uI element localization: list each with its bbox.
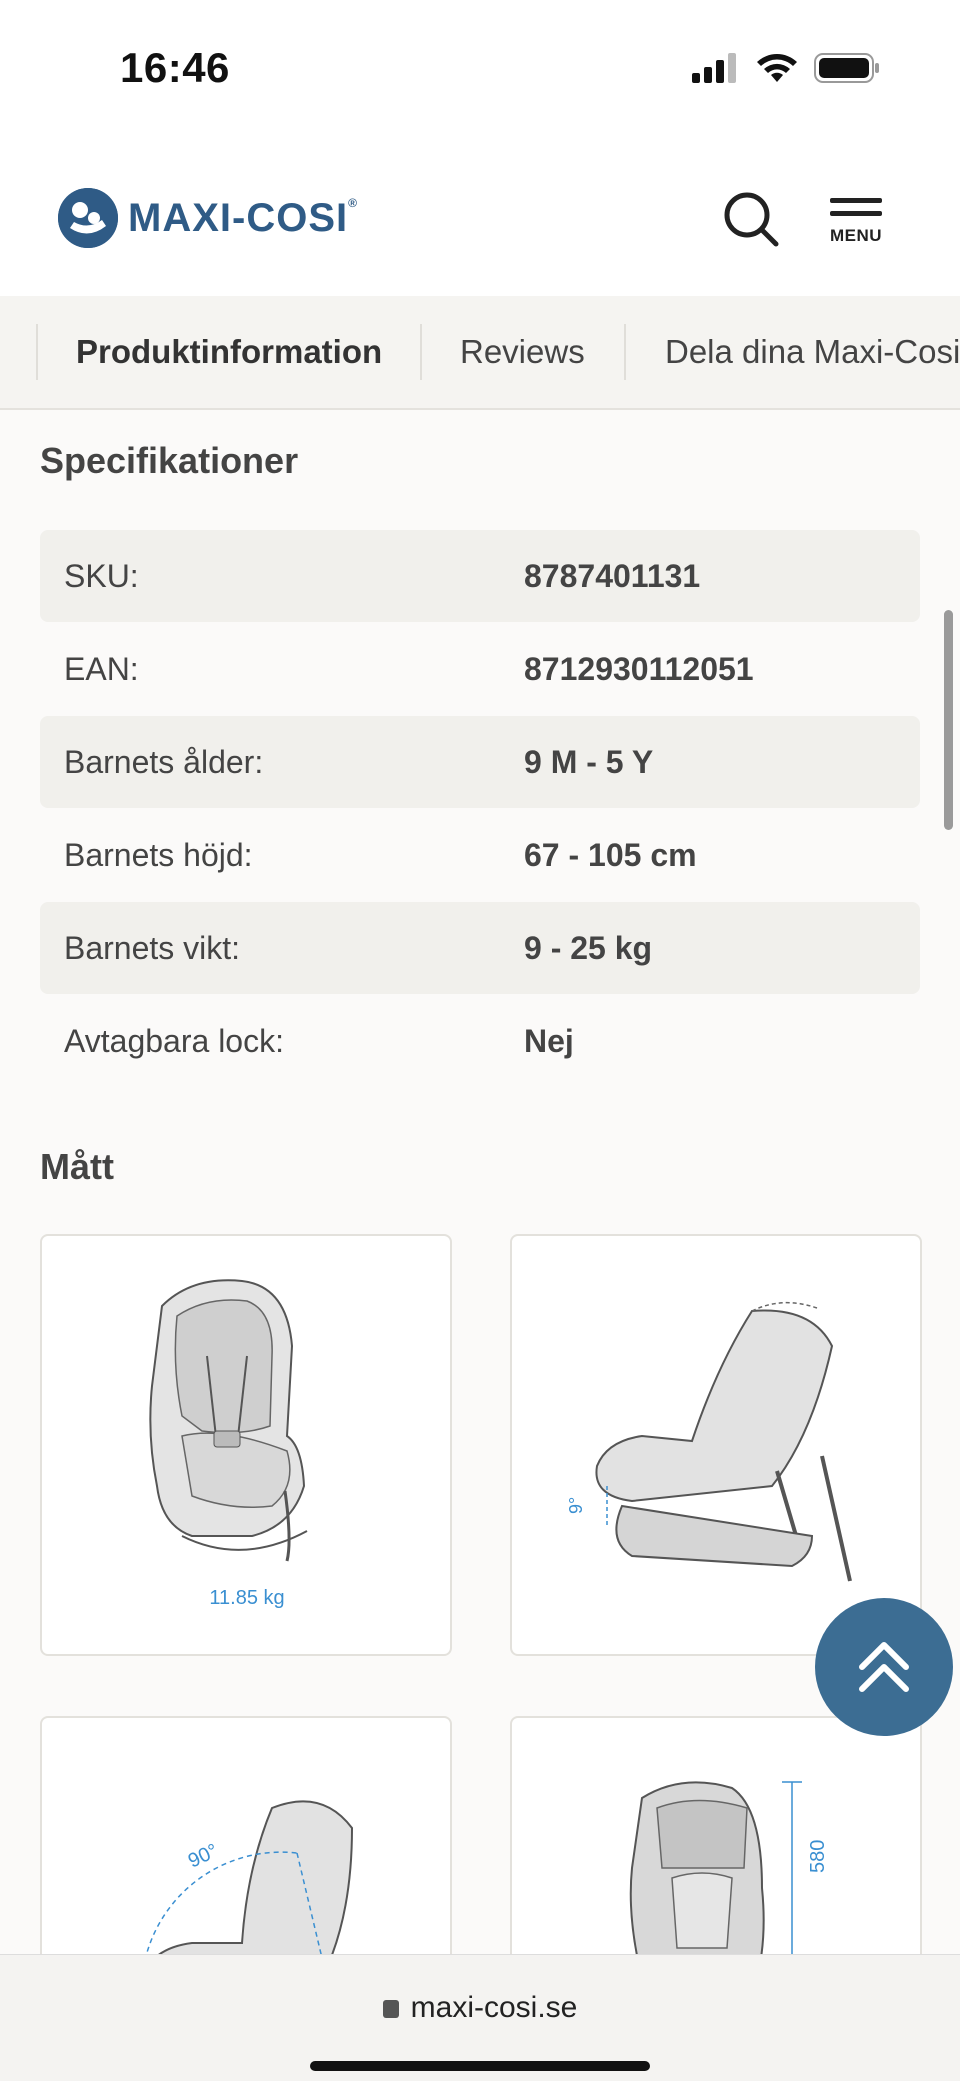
spec-value: 9 M - 5 Y [524, 743, 654, 780]
url-domain: maxi-cosi.se [410, 1991, 578, 2024]
spec-label: Barnets höjd: [64, 836, 253, 873]
spec-row: Barnets ålder: 9 M - 5 Y [40, 716, 920, 808]
height-caption: 580 [807, 1840, 829, 1873]
lock-icon [382, 2000, 399, 2018]
tab-dela-dina[interactable]: Dela dina Maxi-Cosi [665, 296, 960, 408]
tab-reviews[interactable]: Reviews [460, 296, 585, 408]
home-indicator[interactable] [310, 2061, 650, 2071]
car-seat-angle-illustration: 90° [145, 1800, 354, 1954]
tab-separator [624, 324, 626, 380]
menu-label: MENU [829, 226, 883, 245]
logo-mark-icon [58, 188, 118, 248]
spec-row: EAN: 8712930112051 [40, 623, 920, 715]
tab-separator [420, 324, 422, 380]
wifi-icon [757, 54, 797, 82]
battery-icon [814, 53, 879, 83]
maxi-cosi-logo[interactable]: MAXI-COSI® [58, 188, 358, 248]
spec-value: 8787401131 [524, 557, 701, 594]
spec-row: Barnets vikt: 9 - 25 kg [40, 902, 920, 994]
car-seat-height-illustration: 580 [629, 1781, 829, 1954]
menu-button[interactable]: MENU [828, 198, 884, 254]
site-header: MAXI-COSI® MENU [0, 140, 960, 296]
status-icons [692, 52, 880, 84]
dimensions-title: Mått [40, 1146, 114, 1187]
double-chevron-up-icon [859, 1642, 909, 1692]
spec-label: Avtagbara lock: [64, 1022, 284, 1059]
spec-label: SKU: [64, 557, 139, 594]
tab-separator [36, 324, 38, 380]
dimension-image-recline[interactable]: 9° [510, 1234, 922, 1656]
dimension-image-weight[interactable]: 11.85 kg [40, 1234, 452, 1656]
spec-row: Barnets höjd: 67 - 105 cm [40, 809, 920, 901]
browser-url-bar[interactable]: maxi-cosi.se [0, 1954, 960, 2081]
recline-caption: 9° [566, 1497, 586, 1514]
spec-row: SKU: 8787401131 [40, 530, 920, 622]
scrollbar[interactable] [944, 610, 953, 830]
spec-value: Nej [524, 1022, 574, 1059]
dimension-image-height[interactable]: 580 [510, 1716, 922, 1954]
product-tabs: Produktinformation Reviews Dela dina Max… [0, 296, 960, 410]
spec-label: Barnets ålder: [64, 743, 264, 780]
spec-value: 67 - 105 cm [524, 836, 697, 873]
weight-caption: 11.85 kg [209, 1587, 284, 1609]
spec-value: 9 - 25 kg [524, 929, 653, 966]
dimension-image-angle[interactable]: 90° [40, 1716, 452, 1954]
search-button[interactable] [722, 190, 782, 250]
menu-line [830, 211, 882, 216]
spec-label: Barnets vikt: [64, 929, 241, 966]
tab-produktinformation[interactable]: Produktinformation [76, 296, 382, 408]
spec-label: EAN: [64, 650, 139, 687]
menu-line [830, 198, 882, 203]
cellular-signal-icon [692, 53, 736, 83]
spec-value: 8712930112051 [524, 650, 754, 687]
specifications-title: Specifikationer [40, 440, 299, 481]
car-seat-front-illustration: 11.85 kg [149, 1279, 308, 1609]
car-seat-side-illustration: 9° [566, 1301, 852, 1582]
back-to-top-button[interactable] [815, 1598, 953, 1736]
status-time: 16:46 [120, 44, 230, 91]
url-display[interactable]: maxi-cosi.se [0, 1991, 960, 2025]
search-icon [724, 192, 779, 247]
status-bar: 16:46 [0, 0, 960, 140]
main-content: Specifikationer SKU: 8787401131 EAN: 871… [0, 410, 960, 1954]
brand-name: MAXI-COSI® [128, 195, 358, 240]
spec-row: Avtagbara lock: Nej [40, 995, 920, 1087]
